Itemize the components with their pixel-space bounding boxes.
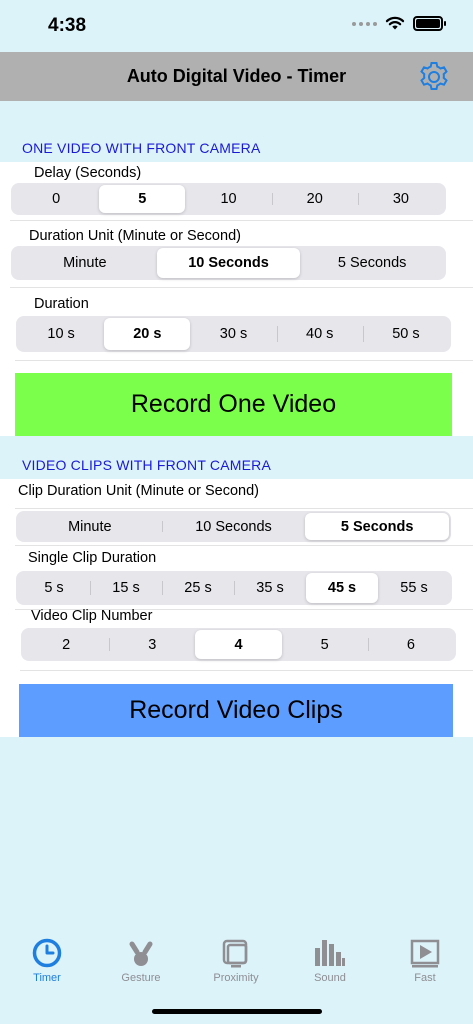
video-clip-number-label: Video Clip Number xyxy=(31,608,153,624)
divider xyxy=(10,287,473,288)
delay-label: Delay (Seconds) xyxy=(34,165,142,181)
cellular-signal-icon xyxy=(352,21,377,26)
duration-label: Duration xyxy=(34,296,89,312)
status-time: 4:38 xyxy=(48,15,87,36)
record-one-video-button[interactable]: Record One Video xyxy=(15,373,452,436)
tab-label: Proximity xyxy=(213,972,259,984)
duration-unit-option-10-seconds[interactable]: 10 Seconds xyxy=(156,248,301,278)
gear-icon[interactable] xyxy=(417,60,451,94)
divider xyxy=(10,220,473,221)
delay-option-0[interactable]: 0 xyxy=(13,185,99,213)
duration-option-30s[interactable]: 30 s xyxy=(190,318,276,350)
single-clip-option-5s[interactable]: 5 s xyxy=(18,573,90,603)
record-video-clips-button[interactable]: Record Video Clips xyxy=(19,684,453,737)
divider xyxy=(20,670,473,671)
duration-segmented-control[interactable]: 10 s 20 s 30 s 40 s 50 s xyxy=(16,316,451,352)
clip-unit-option-5-seconds[interactable]: 5 Seconds xyxy=(305,513,450,540)
duration-option-20s[interactable]: 20 s xyxy=(104,318,191,350)
wifi-icon xyxy=(385,16,405,30)
clip-number-option-2[interactable]: 2 xyxy=(23,630,109,659)
clip-unit-option-minute[interactable]: Minute xyxy=(18,513,162,540)
tab-fast[interactable]: Fast xyxy=(385,938,465,984)
duration-unit-option-5-seconds[interactable]: 5 Seconds xyxy=(300,248,444,278)
tab-sound[interactable]: Sound xyxy=(290,938,370,984)
section-title: ONE VIDEO WITH FRONT CAMERA xyxy=(22,140,261,156)
section-header-video-clips: VIDEO CLIPS WITH FRONT CAMERA xyxy=(0,436,473,479)
clip-number-option-4[interactable]: 4 xyxy=(195,630,282,659)
divider xyxy=(15,545,473,546)
navigation-bar: Auto Digital Video - Timer xyxy=(0,52,473,101)
delay-segmented-control[interactable]: 0 5 10 20 30 xyxy=(11,183,446,215)
delay-option-30[interactable]: 30 xyxy=(357,185,444,213)
play-icon xyxy=(410,939,440,968)
hand-icon xyxy=(129,941,153,966)
single-clip-option-55s[interactable]: 55 s xyxy=(378,573,450,603)
battery-icon xyxy=(413,16,446,31)
proximity-icon xyxy=(222,939,248,968)
divider xyxy=(15,508,473,509)
duration-unit-label: Duration Unit (Minute or Second) xyxy=(29,228,241,244)
tab-timer[interactable]: Timer xyxy=(7,938,87,984)
tab-proximity[interactable]: Proximity xyxy=(196,938,276,984)
home-indicator xyxy=(152,1009,322,1014)
clip-unit-option-10-seconds[interactable]: 10 Seconds xyxy=(161,513,306,540)
clock-icon xyxy=(32,938,62,968)
single-clip-duration-segmented-control[interactable]: 5 s 15 s 25 s 35 s 45 s 55 s xyxy=(16,571,452,605)
delay-option-10[interactable]: 10 xyxy=(185,185,271,213)
video-clip-number-segmented-control[interactable]: 2 3 4 5 6 xyxy=(21,628,456,661)
duration-option-10s[interactable]: 10 s xyxy=(18,318,104,350)
duration-option-50s[interactable]: 50 s xyxy=(362,318,449,350)
duration-unit-option-minute[interactable]: Minute xyxy=(13,248,157,278)
duration-unit-segmented-control[interactable]: Minute 10 Seconds 5 Seconds xyxy=(11,246,446,280)
divider xyxy=(15,360,473,361)
clip-duration-unit-segmented-control[interactable]: Minute 10 Seconds 5 Seconds xyxy=(16,511,451,542)
single-clip-option-25s[interactable]: 25 s xyxy=(162,573,234,603)
tab-label: Fast xyxy=(414,972,436,984)
status-icons xyxy=(352,16,446,31)
tab-gesture[interactable]: Gesture xyxy=(101,938,181,984)
single-clip-option-15s[interactable]: 15 s xyxy=(90,573,162,603)
sound-bars-icon xyxy=(315,940,345,966)
status-bar: 4:38 xyxy=(0,0,473,52)
delay-option-20[interactable]: 20 xyxy=(271,185,358,213)
single-clip-option-45s[interactable]: 45 s xyxy=(306,573,378,603)
tab-label: Gesture xyxy=(121,972,161,984)
tab-label: Sound xyxy=(314,972,346,984)
single-clip-duration-label: Single Clip Duration xyxy=(28,550,157,566)
page-title: Auto Digital Video - Timer xyxy=(126,66,347,86)
delay-option-5[interactable]: 5 xyxy=(99,185,186,213)
single-clip-option-35s[interactable]: 35 s xyxy=(234,573,306,603)
section-header-one-video: ONE VIDEO WITH FRONT CAMERA xyxy=(0,101,473,162)
duration-option-40s[interactable]: 40 s xyxy=(276,318,363,350)
clip-number-option-6[interactable]: 6 xyxy=(367,630,454,659)
section-title: VIDEO CLIPS WITH FRONT CAMERA xyxy=(22,457,272,473)
clip-number-option-5[interactable]: 5 xyxy=(282,630,368,659)
clip-number-option-3[interactable]: 3 xyxy=(109,630,195,659)
tab-label: Timer xyxy=(33,972,61,984)
clip-duration-unit-label: Clip Duration Unit (Minute or Second) xyxy=(18,483,259,499)
